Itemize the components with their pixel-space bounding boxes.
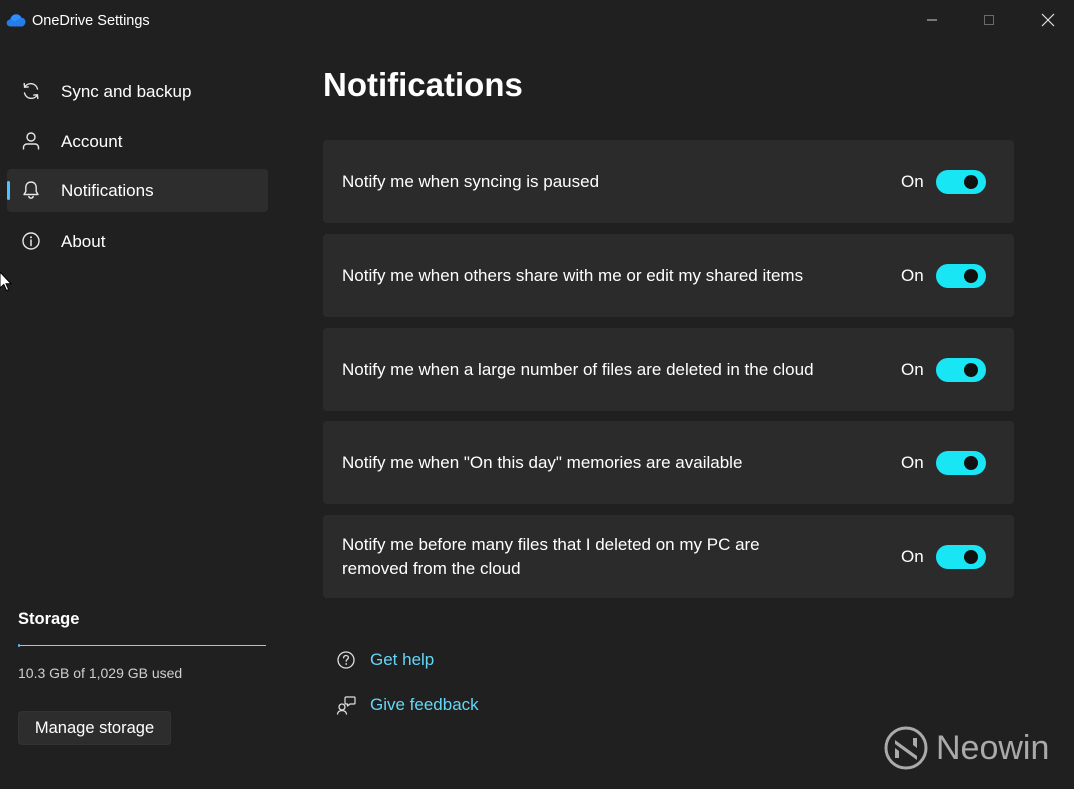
window-title: OneDrive Settings bbox=[32, 13, 150, 29]
toggle-knob bbox=[964, 549, 978, 564]
sidebar-item-notifications[interactable]: Notifications bbox=[7, 169, 268, 212]
close-icon bbox=[1041, 13, 1055, 27]
onedrive-cloud-icon bbox=[6, 14, 26, 27]
setting-card-pc-deletions: Notify me before many files that I delet… bbox=[323, 515, 1014, 598]
close-button[interactable] bbox=[1020, 0, 1074, 40]
mouse-cursor-icon bbox=[0, 272, 12, 292]
sidebar-item-sync-and-backup[interactable]: Sync and backup bbox=[7, 70, 268, 113]
toggle-knob bbox=[964, 455, 978, 470]
setting-label: Notify me when syncing is paused bbox=[342, 171, 600, 191]
give-feedback-link[interactable]: Give feedback bbox=[336, 693, 479, 717]
active-indicator bbox=[7, 181, 10, 200]
sidebar-item-label: Account bbox=[61, 132, 123, 151]
setting-card-on-this-day: Notify me when "On this day" memories ar… bbox=[323, 421, 1014, 504]
setting-label: Notify me before many files that I delet… bbox=[342, 534, 760, 578]
setting-label: Notify me when "On this day" memories ar… bbox=[342, 452, 743, 472]
toggle-knob bbox=[964, 268, 978, 283]
toggle-state-label: On bbox=[901, 359, 924, 379]
sidebar-item-account[interactable]: Account bbox=[7, 120, 268, 163]
storage-title: Storage bbox=[18, 610, 80, 628]
sidebar-item-label: Notifications bbox=[61, 181, 154, 200]
toggle-state-label: On bbox=[901, 546, 924, 566]
sidebar-item-about[interactable]: About bbox=[7, 220, 268, 263]
get-help-link[interactable]: Get help bbox=[336, 648, 434, 672]
sidebar-item-label: Sync and backup bbox=[61, 82, 192, 101]
setting-card-syncing-paused: Notify me when syncing is paused On bbox=[323, 140, 1014, 223]
info-icon bbox=[22, 232, 40, 250]
sidebar-item-label: About bbox=[61, 232, 106, 251]
person-icon bbox=[22, 132, 40, 150]
toggle-state-label: On bbox=[901, 452, 924, 472]
notify-shared-items-toggle[interactable] bbox=[936, 263, 986, 288]
notify-pc-deletions-toggle[interactable] bbox=[936, 544, 986, 569]
minimize-icon bbox=[927, 19, 937, 21]
setting-card-large-deletions: Notify me when a large number of files a… bbox=[323, 328, 1014, 411]
notify-on-this-day-toggle[interactable] bbox=[936, 450, 986, 475]
notify-syncing-paused-toggle[interactable] bbox=[936, 169, 986, 194]
watermark-text: Neowin bbox=[936, 728, 1050, 767]
neowin-watermark: Neowin bbox=[884, 726, 1049, 770]
get-help-label: Get help bbox=[370, 650, 435, 669]
setting-label: Notify me when others share with me or e… bbox=[342, 265, 804, 285]
bell-icon bbox=[23, 181, 39, 199]
storage-progress-bar bbox=[18, 644, 266, 647]
minimize-button[interactable] bbox=[904, 0, 960, 40]
manage-storage-button[interactable]: Manage storage bbox=[18, 711, 171, 745]
feedback-icon bbox=[336, 696, 356, 715]
sync-icon bbox=[23, 82, 39, 100]
setting-label: Notify me when a large number of files a… bbox=[342, 359, 814, 379]
maximize-button[interactable] bbox=[961, 0, 1017, 40]
storage-used-text: 10.3 GB of 1,029 GB used bbox=[18, 665, 183, 681]
toggle-state-label: On bbox=[901, 265, 924, 285]
setting-card-shared-items: Notify me when others share with me or e… bbox=[323, 234, 1014, 317]
maximize-icon bbox=[984, 15, 994, 25]
help-icon bbox=[337, 651, 355, 669]
toggle-knob bbox=[964, 174, 978, 189]
title-bar: OneDrive Settings bbox=[0, 0, 1074, 44]
page-title: Notifications bbox=[323, 66, 523, 103]
give-feedback-label: Give feedback bbox=[370, 695, 479, 714]
toggle-knob bbox=[964, 362, 978, 377]
notify-large-deletions-toggle[interactable] bbox=[936, 357, 986, 382]
toggle-state-label: On bbox=[901, 171, 924, 191]
neowin-logo-icon bbox=[884, 726, 928, 770]
